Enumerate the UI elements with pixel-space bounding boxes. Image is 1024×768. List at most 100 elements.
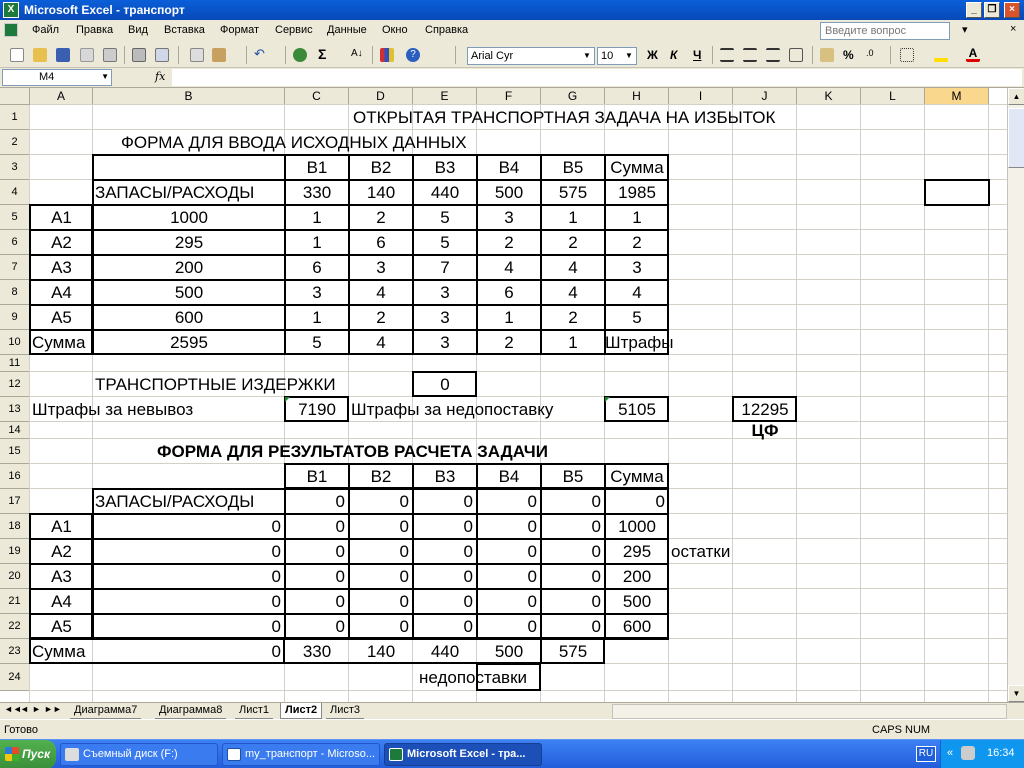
open-icon[interactable] [33, 48, 47, 62]
last-sheet-icon[interactable]: ►► [44, 704, 62, 714]
menu-insert[interactable]: Вставка [164, 24, 205, 36]
name-box[interactable]: M4 ▼ [2, 69, 112, 86]
scroll-up-icon[interactable]: ▲ [1008, 88, 1024, 105]
tray-expand-icon[interactable]: « [947, 747, 953, 759]
row-header[interactable]: 9 [0, 305, 30, 330]
menu-window[interactable]: Окно [382, 24, 408, 36]
print-icon[interactable] [132, 48, 146, 62]
chevron-down-icon[interactable]: ▼ [581, 49, 593, 63]
task-excel[interactable]: Microsoft Excel - тра... [384, 743, 542, 766]
task-word-document[interactable]: my_транспорт - Microso... [222, 743, 380, 766]
network-icon[interactable] [961, 746, 975, 760]
undo-icon[interactable]: ↶ [254, 47, 268, 62]
row-header[interactable]: 4 [0, 180, 30, 205]
excel-menu-icon[interactable] [4, 23, 18, 37]
menu-format[interactable]: Формат [220, 24, 259, 36]
chevron-down-icon[interactable]: ▼ [101, 72, 109, 81]
formula-input[interactable] [172, 69, 1022, 86]
row-header[interactable]: 8 [0, 280, 30, 305]
sort-ascending-icon[interactable]: A↓ [351, 48, 365, 62]
column-header-m[interactable]: M [925, 88, 989, 105]
help-icon[interactable]: ? [406, 48, 420, 62]
save-icon[interactable] [56, 48, 70, 62]
row-header[interactable]: 1 [0, 105, 30, 130]
task-removable-disk[interactable]: Съемный диск (F:) [60, 743, 218, 766]
font-size-select[interactable]: 10 ▼ [597, 47, 637, 65]
row-header[interactable]: 13 [0, 397, 30, 422]
restore-button[interactable]: ❐ [984, 2, 1000, 18]
vertical-scrollbar[interactable]: ▲ ▼ [1007, 88, 1024, 702]
row-header[interactable]: 17 [0, 489, 30, 514]
close-button[interactable]: × [1004, 2, 1020, 18]
fill-color-icon[interactable] [934, 48, 948, 62]
prev-sheet-icon[interactable]: ◄ [20, 704, 29, 714]
row-header[interactable]: 18 [0, 514, 30, 539]
align-right-icon[interactable] [766, 48, 780, 62]
row-header[interactable]: 11 [0, 355, 30, 372]
currency-icon[interactable] [820, 48, 834, 62]
row-header[interactable]: 12 [0, 372, 30, 397]
fx-icon[interactable]: fx [155, 70, 165, 83]
tab-sheet1[interactable]: Лист1 [235, 703, 274, 719]
column-header-k[interactable]: K [797, 88, 861, 105]
new-icon[interactable] [10, 48, 24, 62]
tab-diagram8[interactable]: Диаграмма8 [155, 703, 227, 719]
ask-question-input[interactable]: Введите вопрос [820, 22, 950, 40]
row-header[interactable]: 23 [0, 639, 30, 664]
borders-icon[interactable] [900, 48, 914, 62]
column-header-j[interactable]: J [733, 88, 797, 105]
email-icon[interactable] [103, 48, 117, 62]
row-header[interactable]: 2 [0, 130, 30, 155]
percent-button[interactable]: % [843, 48, 854, 62]
row-header[interactable]: 5 [0, 205, 30, 230]
menu-data[interactable]: Данные [327, 24, 367, 36]
row-header[interactable]: 14 [0, 422, 30, 439]
language-indicator[interactable]: RU [916, 746, 936, 762]
font-color-icon[interactable]: A [966, 47, 980, 62]
align-left-icon[interactable] [720, 48, 734, 62]
column-header-i[interactable]: I [669, 88, 733, 105]
copy-icon[interactable] [190, 48, 204, 62]
merge-center-icon[interactable] [789, 48, 803, 62]
column-header-a[interactable]: A [30, 88, 93, 105]
menu-tools[interactable]: Сервис [275, 24, 313, 36]
row-header[interactable]: 19 [0, 539, 30, 564]
align-center-icon[interactable] [743, 48, 757, 62]
font-name-select[interactable]: Arial Cyr ▼ [467, 47, 595, 65]
print-preview-icon[interactable] [155, 48, 169, 62]
menu-view[interactable]: Вид [128, 24, 148, 36]
row-header[interactable]: 24 [0, 664, 30, 691]
ask-dropdown-icon[interactable]: ▾ [962, 23, 968, 36]
hyperlink-icon[interactable] [293, 48, 307, 62]
row-header[interactable]: 6 [0, 230, 30, 255]
increase-decimal-icon[interactable]: .0 [866, 48, 880, 62]
column-header-g[interactable]: G [541, 88, 605, 105]
bold-button[interactable]: Ж [647, 48, 658, 62]
column-header-f[interactable]: F [477, 88, 541, 105]
select-all-corner[interactable] [0, 88, 30, 105]
tab-sheet3[interactable]: Лист3 [326, 703, 365, 719]
column-header-d[interactable]: D [349, 88, 413, 105]
excel-icon[interactable]: X [3, 2, 19, 18]
menu-help[interactable]: Справка [425, 24, 468, 36]
row-header[interactable]: 3 [0, 155, 30, 180]
tab-diagram7[interactable]: Диаграмма7 [70, 703, 142, 719]
permission-icon[interactable] [80, 48, 94, 62]
workbook-close-icon[interactable]: × [1010, 23, 1016, 35]
minimize-button[interactable]: _ [966, 2, 982, 18]
chart-wizard-icon[interactable] [380, 48, 394, 62]
row-header[interactable]: 20 [0, 564, 30, 589]
chevron-down-icon[interactable]: ▼ [623, 49, 635, 63]
autosum-icon[interactable]: Σ [318, 47, 332, 62]
menu-edit[interactable]: Правка [76, 24, 113, 36]
menu-file[interactable]: Файл [32, 24, 59, 36]
column-header-c[interactable]: C [285, 88, 349, 105]
row-header[interactable]: 22 [0, 614, 30, 639]
row-header[interactable]: 15 [0, 439, 30, 464]
column-header-b[interactable]: B [93, 88, 285, 105]
tab-sheet2[interactable]: Лист2 [280, 703, 323, 719]
scroll-thumb[interactable] [1008, 108, 1024, 168]
underline-button[interactable]: Ч [693, 48, 701, 62]
column-header-e[interactable]: E [413, 88, 477, 105]
row-header[interactable]: 21 [0, 589, 30, 614]
